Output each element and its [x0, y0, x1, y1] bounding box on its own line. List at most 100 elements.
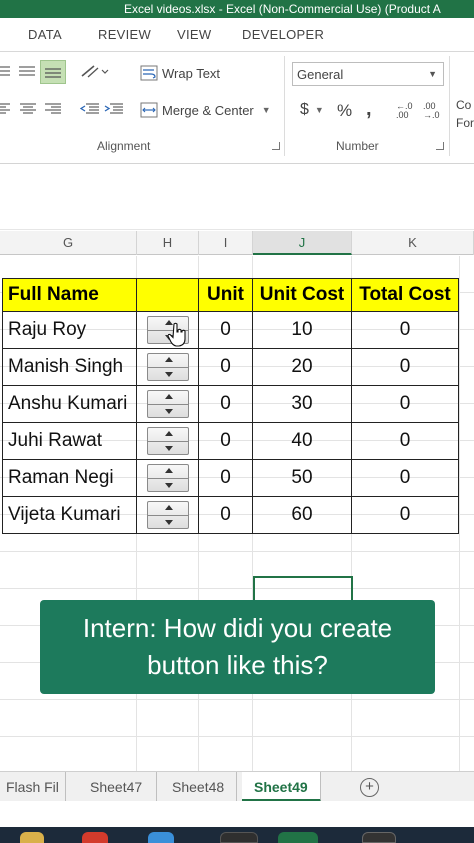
cell-full-name[interactable]: Manish Singh [2, 348, 137, 386]
conditional-formatting-button[interactable]: Co For [456, 96, 474, 132]
decrease-decimal-button[interactable]: .00 →.0 [423, 102, 443, 120]
spin-down-icon[interactable] [164, 520, 173, 525]
number-format-select[interactable]: General ▼ [292, 62, 444, 86]
cell-unit[interactable]: 0 [198, 311, 253, 349]
header-total-cost[interactable]: Total Cost [351, 278, 459, 312]
cell-full-name[interactable]: Anshu Kumari [2, 385, 137, 423]
cell-unit-cost[interactable]: 60 [252, 496, 352, 534]
chrome-icon[interactable] [82, 832, 108, 843]
cell-unit-cost[interactable]: 30 [252, 385, 352, 423]
spin-up-icon[interactable] [164, 505, 173, 510]
spin-button[interactable] [146, 427, 189, 455]
spin-up-icon[interactable] [164, 357, 173, 362]
column-header-h[interactable]: H [137, 231, 199, 255]
spin-button[interactable] [146, 353, 189, 381]
caption-line-2: button like this? [147, 650, 328, 680]
cell-full-name[interactable]: Raju Roy [2, 311, 137, 349]
cell-unit-cost[interactable]: 40 [252, 422, 352, 460]
cell-unit[interactable]: 0 [198, 459, 253, 497]
cell-total-cost[interactable]: 0 [351, 385, 459, 423]
align-center-button[interactable] [19, 102, 37, 116]
sheet-tab-sheet48[interactable]: Sheet48 [160, 772, 238, 802]
sheet-tab-sheet49[interactable]: Sheet49 [242, 772, 321, 802]
cell-total-cost[interactable]: 0 [351, 348, 459, 386]
cell-unit[interactable]: 0 [198, 422, 253, 460]
app-icon[interactable] [148, 832, 174, 843]
app-icon[interactable] [362, 832, 396, 843]
cell-total-cost[interactable]: 0 [351, 422, 459, 460]
orientation-button[interactable] [80, 62, 110, 80]
wrap-text-icon [140, 65, 158, 81]
sheet-tab-flash-fill[interactable]: Flash Fil [0, 772, 66, 802]
spin-down-icon[interactable] [164, 446, 173, 451]
cell-spinner [136, 385, 199, 423]
currency-button[interactable]: $ ▼ [300, 101, 324, 119]
spin-up-icon[interactable] [164, 394, 173, 399]
merge-center-button[interactable]: Merge & Center ▼ [140, 102, 271, 118]
alignment-launcher-icon[interactable] [272, 142, 280, 150]
add-sheet-icon[interactable]: + [360, 778, 379, 797]
cell-total-cost[interactable]: 0 [351, 311, 459, 349]
comma-style-button[interactable]: , [366, 98, 372, 121]
comma-icon: , [366, 98, 372, 120]
align-middle-button[interactable] [17, 64, 37, 78]
merge-dropdown-icon[interactable]: ▼ [262, 105, 271, 115]
spin-down-icon[interactable] [164, 409, 173, 414]
percent-button[interactable]: % [337, 101, 352, 121]
increase-indent-button[interactable] [104, 102, 124, 116]
column-header-k[interactable]: K [352, 231, 474, 255]
app-icon[interactable] [220, 832, 258, 843]
cell-full-name[interactable]: Raman Negi [2, 459, 137, 497]
spin-down-icon[interactable] [164, 483, 173, 488]
spin-button[interactable] [146, 390, 189, 418]
tab-view[interactable]: VIEW [177, 27, 211, 42]
spin-up-icon[interactable] [164, 468, 173, 473]
cell-spinner [136, 459, 199, 497]
cell-unit-cost[interactable]: 20 [252, 348, 352, 386]
tab-review[interactable]: REVIEW [98, 27, 151, 42]
orientation-icon [81, 65, 109, 78]
header-full-name[interactable]: Full Name [2, 278, 137, 312]
align-bottom-button[interactable] [40, 60, 66, 84]
number-launcher-icon[interactable] [436, 142, 444, 150]
cell-unit[interactable]: 0 [198, 385, 253, 423]
tab-data[interactable]: DATA [28, 27, 62, 42]
number-format-value: General [297, 66, 344, 82]
spin-button[interactable] [146, 464, 189, 492]
chevron-down-icon: ▼ [428, 69, 437, 79]
styles-partial-line2: For [456, 116, 474, 130]
cell-unit-cost[interactable]: 50 [252, 459, 352, 497]
decrease-indent-button[interactable] [80, 102, 100, 116]
spin-up-icon[interactable] [164, 431, 173, 436]
file-explorer-icon[interactable] [20, 832, 44, 843]
sheet-tab-sheet47[interactable]: Sheet47 [76, 772, 158, 802]
increase-decimal-button[interactable]: ←.0 .00 [396, 102, 416, 120]
align-left-icon [0, 103, 10, 114]
cell-total-cost[interactable]: 0 [351, 459, 459, 497]
window-title: Excel videos.xlsx - Excel (Non-Commercia… [124, 2, 441, 16]
align-bottom-icon [45, 68, 61, 78]
column-header-j[interactable]: J [253, 231, 352, 255]
tab-developer[interactable]: DEVELOPER [242, 27, 324, 42]
align-left-button[interactable] [0, 102, 14, 116]
cell-full-name[interactable]: Vijeta Kumari [2, 496, 137, 534]
cell-unit-cost[interactable]: 10 [252, 311, 352, 349]
column-header-g[interactable]: G [0, 231, 137, 255]
excel-icon[interactable] [278, 832, 318, 843]
cell-total-cost[interactable]: 0 [351, 496, 459, 534]
align-top-button[interactable] [0, 64, 14, 78]
header-unit-cost[interactable]: Unit Cost [252, 278, 352, 312]
spin-button[interactable] [146, 501, 189, 529]
group-divider [284, 56, 285, 156]
selected-cell[interactable] [253, 576, 353, 602]
column-header-i[interactable]: I [199, 231, 253, 255]
spin-down-icon[interactable] [164, 372, 173, 377]
cell-unit[interactable]: 0 [198, 496, 253, 534]
cell-full-name[interactable]: Juhi Rawat [2, 422, 137, 460]
wrap-text-button[interactable]: Wrap Text [140, 65, 220, 81]
align-right-button[interactable] [44, 102, 62, 116]
header-spinner[interactable] [136, 278, 199, 312]
cell-unit[interactable]: 0 [198, 348, 253, 386]
header-unit[interactable]: Unit [198, 278, 253, 312]
ribbon: Wrap Text Merge & Center ▼ Alignment Gen… [0, 52, 474, 164]
